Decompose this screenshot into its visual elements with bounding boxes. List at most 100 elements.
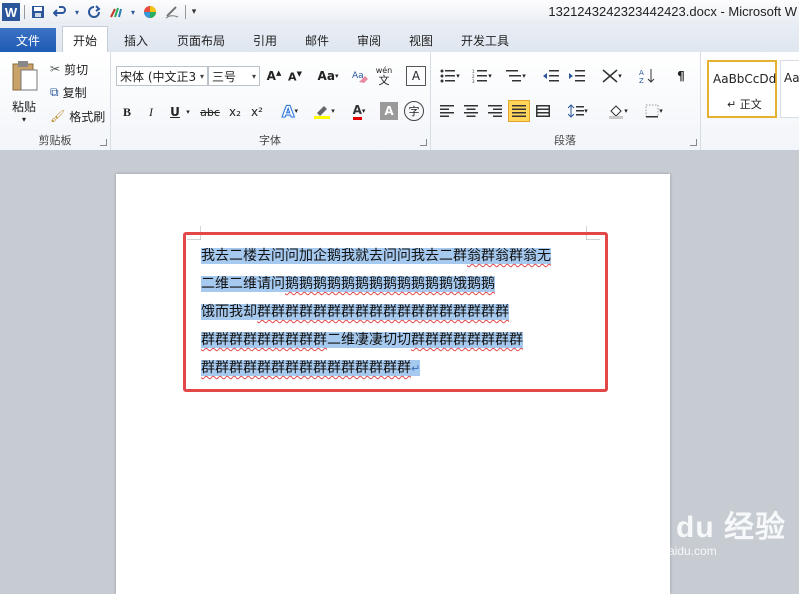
ribbon-tab-bar: 文件 开始 插入 页面布局 引用 邮件 审阅 视图 开发工具 [0,24,799,53]
paint-bucket-icon [609,105,624,119]
document-page[interactable]: 我去二楼去问问加企鹅我就去问问我去二群翁群翁群翁无 二维二维请问鹅鹅鹅鹅鹅鹅鹅鹅… [116,174,670,594]
justify-button[interactable] [508,100,530,122]
paste-label: 粘贴 [11,100,36,114]
font-color-icon: A [352,103,362,120]
increase-indent-icon [569,70,585,82]
increase-indent-button[interactable] [566,66,588,86]
decrease-indent-button[interactable] [540,66,562,86]
underline-button[interactable]: U [166,102,184,122]
enclose-char-button[interactable]: 字 [404,101,424,121]
multilevel-list-icon [506,70,522,82]
clipboard-group: 粘贴 ▾ ✂ 剪切 ⧉ 复制 🖌 格式刷 剪贴板 [0,52,111,150]
word-logo-icon[interactable]: W [2,3,20,21]
tab-page-layout[interactable]: 页面布局 [177,30,225,50]
document-workspace: 我去二楼去问问加企鹅我就去问问我去二群翁群翁群翁无 二维二维请问鹅鹅鹅鹅鹅鹅鹅鹅… [0,151,799,594]
dialog-launcher-icon[interactable] [420,139,427,146]
numbered-list-icon: 123 [472,69,488,83]
color-wheel-icon[interactable] [141,3,159,21]
redo-icon[interactable] [85,3,103,21]
italic-button[interactable]: I [142,102,160,122]
bold-button[interactable]: B [118,102,136,122]
chevron-down-icon: ▾ [624,107,628,115]
sort-button[interactable]: AZ [636,66,658,86]
chevron-down-icon: ▾ [584,107,588,115]
chevron-down-icon: ▾ [456,72,460,80]
format-painter-button[interactable]: 🖌 格式刷 [50,107,105,125]
line-spacing-icon [568,104,585,118]
dialog-launcher-icon[interactable] [690,139,697,146]
tab-home[interactable]: 开始 [62,26,109,53]
show-marks-button[interactable]: ¶ [670,66,692,86]
save-icon[interactable] [29,3,47,21]
font-color-button[interactable]: A ▾ [346,100,372,122]
underline-dropdown[interactable]: ▾ [184,102,192,122]
style-normal[interactable]: AaBbCcDd ↵ 正文 [707,60,777,118]
format-brush-icon[interactable] [107,3,125,21]
chevron-down-icon: ▾ [618,72,622,80]
tab-file[interactable]: 文件 [0,28,56,52]
dialog-launcher-icon[interactable] [100,139,107,146]
font-group: 宋体 (中文正3 ▾ 三号 ▾ A▲ A▼ Aa ▾ Aa wén 文 A B I U… [110,52,431,150]
tab-view[interactable]: 视图 [409,30,433,50]
tab-review[interactable]: 审阅 [357,30,381,50]
chinese-layout-button[interactable]: ▾ [598,66,626,86]
clipboard-group-label: 剪贴板 [38,134,72,147]
line-spacing-button[interactable]: ▾ [564,100,592,122]
char-border-button[interactable]: A [406,66,426,86]
char-shading-button[interactable]: A [380,102,398,120]
shrink-font-button[interactable]: A▼ [286,67,304,87]
bullets-button[interactable]: ▾ [436,66,464,86]
watermark-brand: Bai du 经验 [617,511,787,544]
chevron-down-icon: ▾ [488,72,492,80]
sort-icon: AZ [639,69,655,84]
shading-button[interactable]: ▾ [604,100,632,122]
paragraph-group-label: 段落 [554,134,576,147]
grow-font-icon: A▲ [266,69,282,83]
chevron-down-icon: ▾ [294,107,298,115]
superscript-button[interactable]: x² [248,102,266,122]
highlight-color-button[interactable]: ▾ [310,100,338,122]
clear-format-button[interactable]: Aa [350,66,370,86]
font-size-combo[interactable]: 三号 ▾ [208,66,260,86]
undo-icon[interactable] [51,3,69,21]
tab-references[interactable]: 引用 [253,30,277,50]
distributed-button[interactable] [532,100,554,122]
tab-insert[interactable]: 插入 [124,30,148,50]
watermark-url: jingyan.baidu.com [620,544,717,558]
multilevel-list-button[interactable]: ▾ [502,66,530,86]
borders-button[interactable]: ▾ [640,100,668,122]
draw-icon[interactable] [163,3,181,21]
paste-button[interactable]: 粘贴 ▾ [6,56,42,128]
style-normal-preview: AaBbCcDd [713,72,777,86]
style-next[interactable]: Aa [780,60,799,118]
numbering-button[interactable]: 1 2 3 ▾ [468,66,496,86]
align-left-icon [440,105,454,117]
cut-button[interactable]: ✂ 剪切 [50,60,88,78]
chevron-down-icon: ▾ [334,72,339,80]
decrease-indent-icon [543,70,559,82]
text-effects-button[interactable]: A ▾ [278,100,302,122]
customize-toolbar-icon[interactable]: ▾ [190,3,198,21]
copy-button[interactable]: ⧉ 复制 [50,83,87,101]
clear-format-icon: Aa [352,71,368,83]
tab-mailings[interactable]: 邮件 [305,30,329,50]
strikethrough-button[interactable]: abc [198,102,222,122]
chevron-down-icon: ▾ [522,72,526,80]
dropdown-arrow-icon[interactable]: ▾ [129,3,137,21]
chevron-down-icon: ▾ [331,107,335,115]
font-group-label: 字体 [259,134,281,147]
font-name-combo[interactable]: 宋体 (中文正3 ▾ [116,66,208,86]
tab-developer[interactable]: 开发工具 [461,30,509,50]
subscript-button[interactable]: x₂ [226,102,244,122]
grow-font-button[interactable]: A▲ [265,66,283,86]
phonetic-guide-button[interactable]: wén 文 [372,64,396,88]
align-right-button[interactable] [484,100,506,122]
style-next-preview: Aa [784,71,799,85]
dropdown-arrow-icon[interactable]: ▾ [73,3,81,21]
chevron-down-icon: ▾ [361,107,366,115]
align-center-button[interactable] [460,100,482,122]
change-case-button[interactable]: Aa ▾ [314,66,342,86]
align-center-icon [464,105,478,117]
align-left-button[interactable] [436,100,458,122]
align-right-icon [488,105,502,117]
